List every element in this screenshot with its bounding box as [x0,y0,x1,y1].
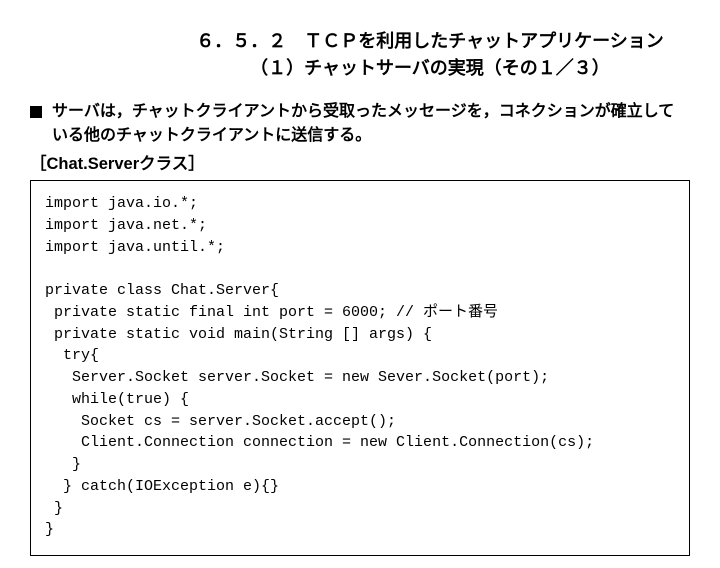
heading-line-1: ６．５．２ ＴＣＰを利用したチャットアプリケーション [180,28,680,55]
class-name-label: ［Chat.Serverクラス］ [30,150,690,174]
heading-line-2: （１）チャットサーバの実現（その１／３） [180,55,680,82]
bullet-text: サーバは，チャットクライアントから受取ったメッセージを，コネクションが確立してい… [52,100,690,148]
square-bullet-icon [30,106,42,118]
bullet-item: サーバは，チャットクライアントから受取ったメッセージを，コネクションが確立してい… [30,100,690,148]
code-content: import java.io.*; import java.net.*; imp… [45,195,594,538]
code-listing: import java.io.*; import java.net.*; imp… [30,180,690,556]
section-heading: ６．５．２ ＴＣＰを利用したチャットアプリケーション （１）チャットサーバの実現… [0,28,720,82]
